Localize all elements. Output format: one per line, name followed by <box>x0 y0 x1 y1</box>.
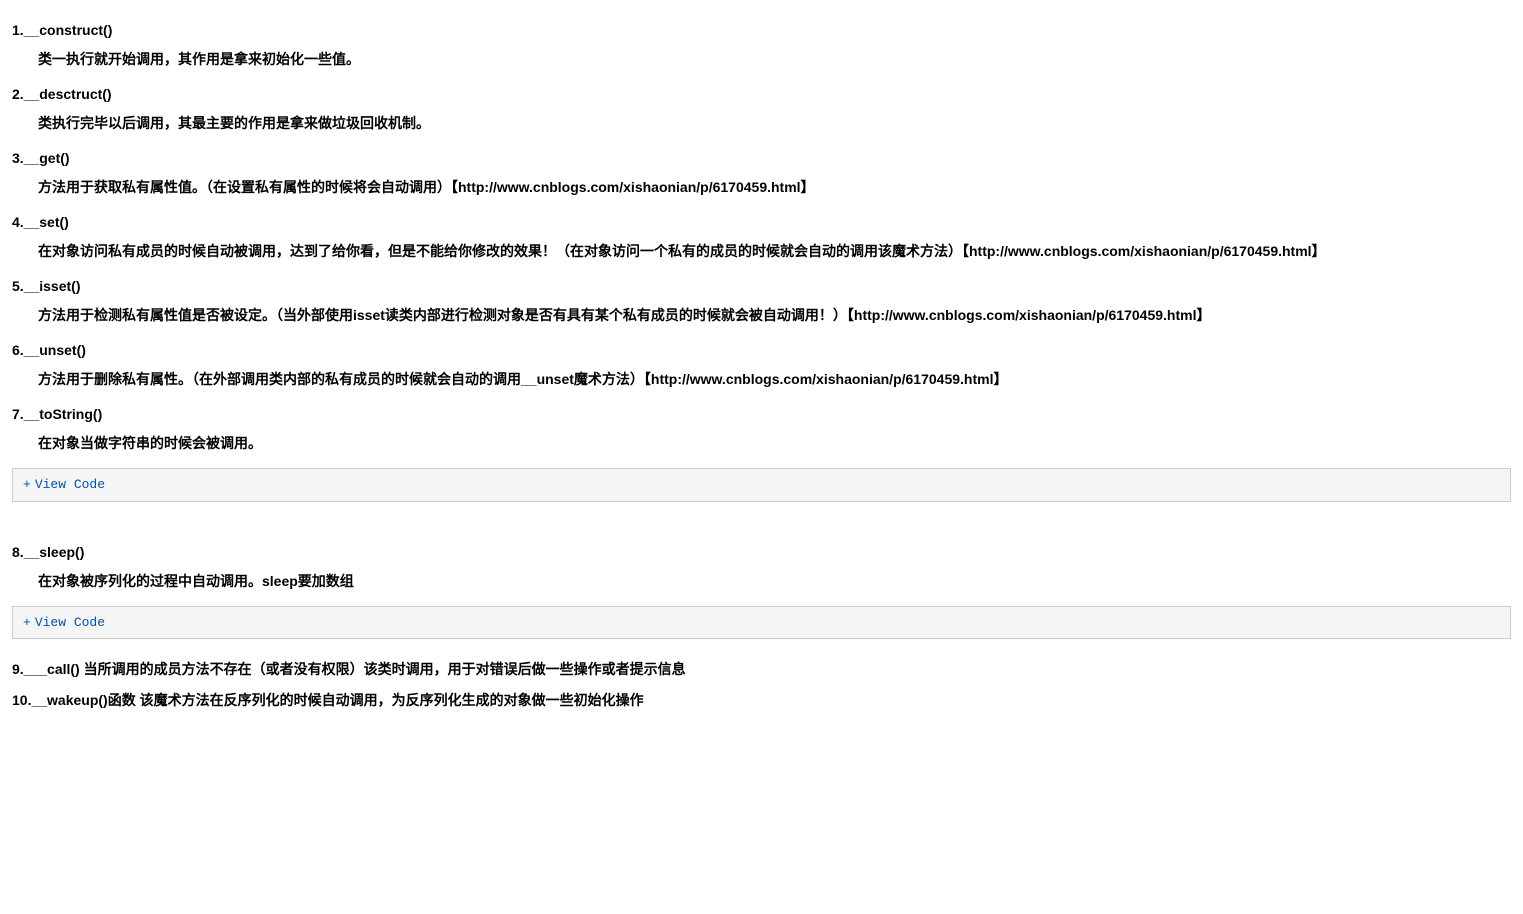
section-desc-4: 在对象访问私有成员的时候自动被调用，达到了给你看，但是不能给你修改的效果！（在对… <box>12 241 1511 262</box>
section-desc-2: 类执行完毕以后调用，其最主要的作用是拿来做垃圾回收机制。 <box>12 113 1511 134</box>
section-heading-1: 1.__construct() <box>12 20 1511 41</box>
view-code-label: View Code <box>35 615 105 630</box>
section-heading-8: 8.__sleep() <box>12 542 1511 563</box>
section-heading-5: 5.__isset() <box>12 276 1511 297</box>
article-content: 1.__construct() 类一执行就开始调用，其作用是拿来初始化一些值。 … <box>12 20 1511 711</box>
section-desc-3: 方法用于获取私有属性值。（在设置私有属性的时候将会自动调用）【http://ww… <box>12 177 1511 198</box>
view-code-block-1[interactable]: + View Code <box>12 468 1511 502</box>
section-desc-1: 类一执行就开始调用，其作用是拿来初始化一些值。 <box>12 49 1511 70</box>
expand-icon: + <box>23 477 31 492</box>
section-heading-9: 9.___call() 当所调用的成员方法不存在（或者没有权限）该类时调用，用于… <box>12 659 1511 680</box>
section-heading-3: 3.__get() <box>12 148 1511 169</box>
section-heading-4: 4.__set() <box>12 212 1511 233</box>
view-code-block-2[interactable]: + View Code <box>12 606 1511 640</box>
expand-icon: + <box>23 615 31 630</box>
section-desc-8: 在对象被序列化的过程中自动调用。sleep要加数组 <box>12 571 1511 592</box>
section-heading-6: 6.__unset() <box>12 340 1511 361</box>
section-heading-7: 7.__toString() <box>12 404 1511 425</box>
section-desc-7: 在对象当做字符串的时候会被调用。 <box>12 433 1511 454</box>
section-desc-6: 方法用于删除私有属性。（在外部调用类内部的私有成员的时候就会自动的调用__uns… <box>12 369 1511 390</box>
section-heading-10: 10.__wakeup()函数 该魔术方法在反序列化的时候自动调用，为反序列化生… <box>12 690 1511 711</box>
view-code-label: View Code <box>35 477 105 492</box>
section-heading-2: 2.__desctruct() <box>12 84 1511 105</box>
section-desc-5: 方法用于检测私有属性值是否被设定。（当外部使用isset读类内部进行检测对象是否… <box>12 305 1511 326</box>
